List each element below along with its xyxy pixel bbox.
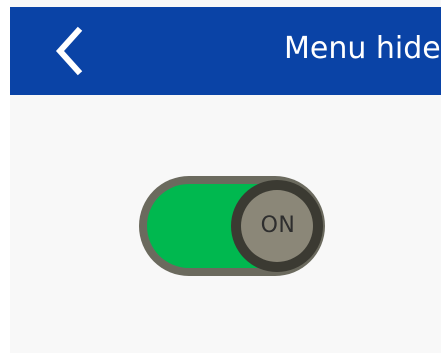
menu-hide-toggle[interactable]: ON (137, 174, 327, 278)
chevron-left-icon (44, 21, 98, 81)
back-button[interactable] (44, 21, 98, 81)
page-title: Menu hide (284, 31, 441, 66)
app-screen: Menu hide ON (10, 0, 441, 353)
header-bar: Menu hide (10, 7, 441, 95)
toggle-state-label: ON (260, 213, 296, 238)
